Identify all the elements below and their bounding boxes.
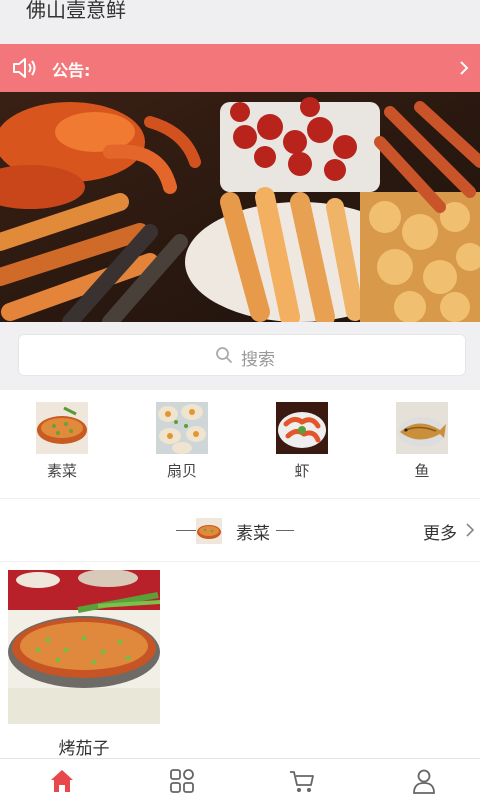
section-title: 素菜 [236,524,270,544]
bottom-tab-bar [0,758,480,801]
announcement-label: 公告: [52,61,91,80]
section-dish-icon [196,518,222,544]
user-icon[interactable] [410,767,438,795]
banner-food-photo [0,92,480,322]
category-row: 素菜 扇贝 虾 鱼 [0,390,480,499]
divider [176,530,198,531]
announcement-bar[interactable]: 公告: [0,44,480,92]
home-icon[interactable] [48,767,76,795]
category-label: 虾 [294,462,310,480]
product-list: 烤茄子 [0,562,480,759]
grilled-eggplant-photo [8,570,160,724]
fish-thumbnail [396,402,448,454]
chevron-right-icon[interactable] [465,521,475,539]
category-grid-icon[interactable] [168,767,196,795]
search-icon [216,347,232,363]
chevron-right-icon [460,61,469,75]
shrimp-thumbnail [276,402,328,454]
category-item-shrimp[interactable]: 虾 [262,402,342,481]
product-card[interactable]: 烤茄子 [8,570,160,759]
category-item-vegetables[interactable]: 素菜 [22,402,102,481]
product-name: 烤茄子 [58,739,110,759]
search-area: 搜索 [0,322,480,390]
eggplant-dish-thumbnail [36,402,88,454]
search-placeholder: 搜索 [241,350,275,370]
search-input[interactable]: 搜索 [18,334,466,376]
more-link[interactable]: 更多 [423,519,457,544]
top-bar: 佛山壹意鲜 [0,0,480,44]
cart-icon[interactable] [288,767,316,795]
divider [276,530,294,531]
category-item-scallop[interactable]: 扇贝 [142,402,222,481]
category-label: 鱼 [414,462,430,480]
category-item-fish[interactable]: 鱼 [382,402,462,481]
category-label: 素菜 [46,462,77,480]
category-label: 扇贝 [166,462,197,480]
scallop-thumbnail [156,402,208,454]
speaker-icon [13,58,36,78]
section-header: 素菜 更多 [0,499,480,562]
app-title: 佛山壹意鲜 [26,0,126,22]
banner-carousel[interactable] [0,92,480,322]
